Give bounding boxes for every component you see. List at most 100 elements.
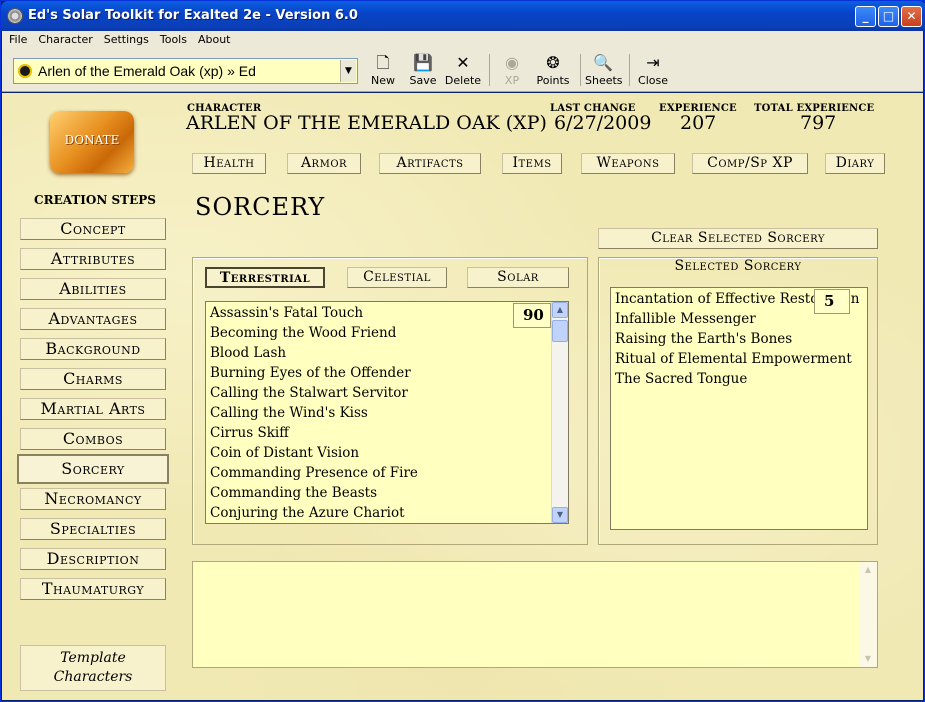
- step-martial-arts[interactable]: Martial Arts: [20, 398, 166, 420]
- step-necromancy[interactable]: Necromancy: [20, 488, 166, 510]
- template-characters-button[interactable]: Template Characters: [20, 645, 166, 691]
- app-window: Ed's Solar Toolkit for Exalted 2e - Vers…: [0, 0, 925, 702]
- toolbar-separator: [489, 54, 490, 86]
- selected-sorcery-title: Selected Sorcery: [674, 258, 802, 274]
- step-charms[interactable]: Charms: [20, 368, 166, 390]
- maximize-button[interactable]: □: [878, 6, 899, 27]
- menu-bar: File Character Settings Tools About: [2, 31, 923, 49]
- menu-character[interactable]: Character: [34, 31, 96, 48]
- step-description[interactable]: Description: [20, 548, 166, 570]
- sheets-button[interactable]: 🔍 Sheets: [585, 52, 623, 90]
- tab-diary[interactable]: Diary: [825, 153, 885, 174]
- xp-button[interactable]: ◉ XP: [499, 52, 525, 90]
- sheets-icon: 🔍: [593, 53, 613, 72]
- list-item[interactable]: Infallible Messenger: [615, 311, 756, 327]
- main-panel: DONATE CREATION STEPS Concept Attributes…: [2, 93, 923, 700]
- scroll-up-icon[interactable]: ▲: [861, 563, 875, 577]
- menu-about[interactable]: About: [194, 31, 235, 48]
- scroll-down-icon[interactable]: ▼: [552, 507, 568, 523]
- scroll-up-icon[interactable]: ▲: [552, 302, 568, 318]
- spell-description-box[interactable]: ▲ ▼: [192, 561, 878, 668]
- list-item[interactable]: Coin of Distant Vision: [210, 445, 359, 461]
- template-label-line2: Characters: [53, 669, 133, 685]
- list-item[interactable]: Ritual of Elemental Empowerment: [615, 351, 852, 367]
- save-button-label: Save: [409, 74, 437, 87]
- close-tool-button[interactable]: ⇥ Close: [638, 52, 668, 90]
- list-item[interactable]: Calling the Wind's Kiss: [210, 405, 368, 421]
- clear-selected-sorcery-button[interactable]: Clear Selected Sorcery: [598, 228, 878, 249]
- delete-button-label: Delete: [444, 74, 482, 87]
- list-item[interactable]: Burning Eyes of the Offender: [210, 365, 411, 381]
- step-advantages[interactable]: Advantages: [20, 308, 166, 330]
- menu-tools[interactable]: Tools: [156, 31, 191, 48]
- title-bar[interactable]: Ed's Solar Toolkit for Exalted 2e - Vers…: [1, 1, 925, 31]
- donate-label: DONATE: [64, 133, 120, 147]
- tab-health[interactable]: Health: [192, 153, 266, 174]
- list-item[interactable]: Raising the Earth's Bones: [615, 331, 792, 347]
- step-attributes[interactable]: Attributes: [20, 248, 166, 270]
- list-item[interactable]: Cirrus Skiff: [210, 425, 289, 441]
- close-door-icon: ⇥: [646, 53, 660, 72]
- toolbar-separator: [580, 54, 581, 86]
- list-item[interactable]: Becoming the Wood Friend: [210, 325, 396, 341]
- minimize-button[interactable]: _: [855, 6, 876, 27]
- available-spells-list[interactable]: Assassin's Fatal Touch Becoming the Wood…: [205, 301, 569, 524]
- close-button-label: Close: [638, 74, 668, 87]
- tab-items[interactable]: Items: [502, 153, 562, 174]
- selected-cost-field[interactable]: 5: [814, 289, 850, 314]
- tab-armor[interactable]: Armor: [287, 153, 361, 174]
- experience-value: 207: [680, 112, 717, 134]
- character-select[interactable]: Arlen of the Emerald Oak (xp) » Ed ▼: [13, 58, 358, 84]
- delete-icon: ✕: [456, 53, 470, 72]
- scroll-thumb[interactable]: [552, 320, 568, 342]
- creation-steps-title: CREATION STEPS: [34, 193, 156, 207]
- list-item[interactable]: Assassin's Fatal Touch: [210, 305, 363, 321]
- list-item[interactable]: Commanding the Beasts: [210, 485, 377, 501]
- scroll-down-icon[interactable]: ▼: [861, 652, 875, 666]
- new-document-icon: 🗋: [376, 53, 390, 72]
- spells-scrollbar[interactable]: ▲ ▼: [551, 302, 568, 523]
- sheets-button-label: Sheets: [585, 74, 623, 87]
- list-item[interactable]: Calling the Stalwart Servitor: [210, 385, 408, 401]
- step-concept[interactable]: Concept: [20, 218, 166, 240]
- tab-celestial[interactable]: Celestial: [347, 267, 447, 288]
- close-button[interactable]: ✕: [901, 6, 922, 27]
- save-button[interactable]: 💾 Save: [407, 52, 439, 90]
- tab-artifacts[interactable]: Artifacts: [379, 153, 481, 174]
- donate-button[interactable]: DONATE: [50, 111, 134, 173]
- section-title: SORCERY: [195, 193, 326, 221]
- list-item[interactable]: Blood Lash: [210, 345, 286, 361]
- toolbar-separator: [629, 54, 630, 86]
- menu-file[interactable]: File: [5, 31, 31, 48]
- delete-button[interactable]: ✕ Delete: [444, 52, 482, 90]
- menu-settings[interactable]: Settings: [100, 31, 153, 48]
- last-change-value: 6/27/2009: [554, 112, 652, 134]
- template-label-line1: Template: [60, 650, 126, 666]
- step-background[interactable]: Background: [20, 338, 166, 360]
- tab-comp-sp-xp[interactable]: Comp/Sp XP: [692, 153, 808, 174]
- points-button-label: Points: [536, 74, 570, 87]
- spell-cost-field[interactable]: 90: [513, 303, 551, 328]
- step-thaumaturgy[interactable]: Thaumaturgy: [20, 578, 166, 600]
- description-scrollbar[interactable]: ▲ ▼: [860, 562, 877, 667]
- selected-spells-list[interactable]: Incantation of Effective Restoration Inf…: [610, 287, 868, 530]
- tab-solar[interactable]: Solar: [467, 267, 569, 288]
- app-icon: [7, 8, 23, 24]
- step-combos[interactable]: Combos: [20, 428, 166, 450]
- character-select-value: Arlen of the Emerald Oak (xp) » Ed: [38, 63, 256, 79]
- new-button-label: New: [371, 74, 395, 87]
- total-experience-value: 797: [800, 112, 837, 134]
- xp-button-label: XP: [504, 74, 520, 87]
- new-button[interactable]: 🗋 New: [368, 52, 398, 90]
- step-abilities[interactable]: Abilities: [20, 278, 166, 300]
- chevron-down-icon[interactable]: ▼: [340, 60, 356, 82]
- step-sorcery[interactable]: Sorcery: [17, 454, 169, 484]
- tab-weapons[interactable]: Weapons: [581, 153, 675, 174]
- list-item[interactable]: Conjuring the Azure Chariot: [210, 505, 405, 521]
- list-item[interactable]: The Sacred Tongue: [615, 371, 747, 387]
- points-button[interactable]: ❂ Points: [535, 52, 571, 90]
- character-name: ARLEN OF THE EMERALD OAK (XP): [186, 112, 547, 134]
- step-specialties[interactable]: Specialties: [20, 518, 166, 540]
- tab-terrestrial[interactable]: Terrestrial: [205, 267, 325, 288]
- list-item[interactable]: Commanding Presence of Fire: [210, 465, 418, 481]
